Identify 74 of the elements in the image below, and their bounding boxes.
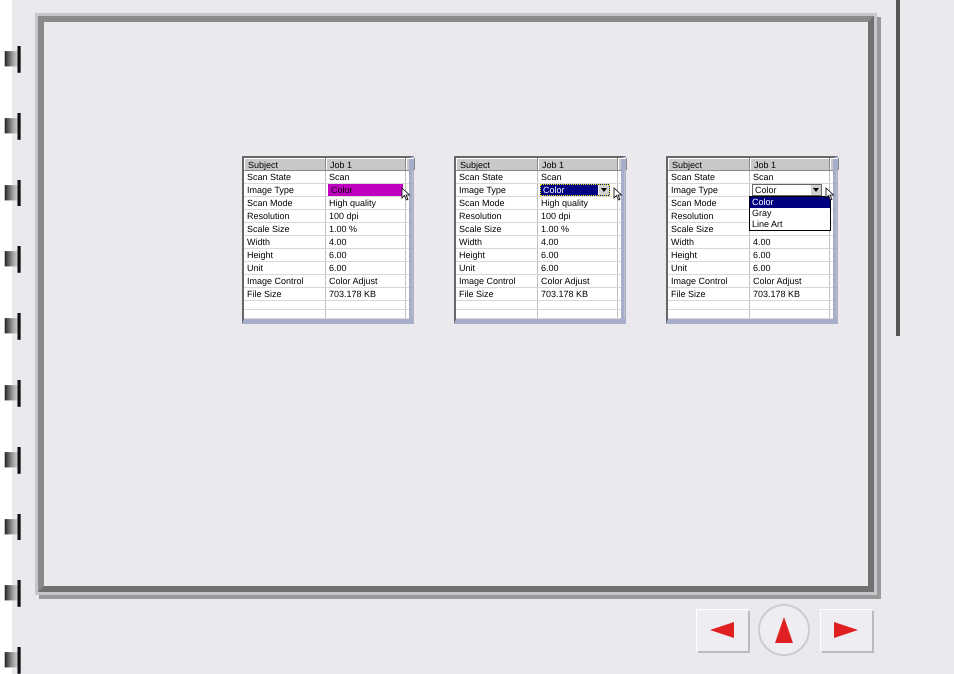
- table-cell: 6.00: [753, 250, 771, 260]
- table-cell: Image Control: [459, 276, 516, 286]
- table-cell: 703.178 KB: [753, 289, 800, 299]
- table-cell: File Size: [671, 289, 706, 299]
- dropdown-arrow-icon[interactable]: [813, 188, 819, 192]
- next-button[interactable]: [820, 609, 872, 651]
- table-cell: Height: [671, 250, 698, 260]
- table-cell: Scale Size: [459, 224, 502, 234]
- previous-button[interactable]: [696, 609, 748, 651]
- table-cell: High quality: [541, 198, 588, 208]
- highlighted-value[interactable]: Color: [328, 184, 403, 196]
- table-cell: High quality: [329, 198, 376, 208]
- table-cell: Unit: [247, 263, 264, 273]
- table-cell: 6.00: [329, 263, 347, 273]
- mouse-pointer-icon: [401, 187, 411, 201]
- left-triangle-icon: [710, 622, 734, 638]
- table-cell: Height: [459, 250, 486, 260]
- column-header: Job 1: [538, 158, 618, 170]
- table-cell: Image Type: [459, 185, 506, 195]
- table-cell: Width: [247, 237, 270, 247]
- table-cell: 100 dpi: [541, 211, 571, 221]
- mouse-pointer-icon: [613, 187, 623, 201]
- table-cell: 4.00: [541, 237, 559, 247]
- table-cell: Scan Mode: [247, 198, 293, 208]
- table-cell: Scan State: [247, 172, 292, 182]
- table-cell: 6.00: [753, 263, 771, 273]
- column-header: Subject: [668, 158, 750, 170]
- table-cell: Color Adjust: [541, 276, 590, 286]
- column-header: Subject: [244, 158, 326, 170]
- table-cell: Scan State: [671, 172, 716, 182]
- table-cell: Width: [671, 237, 694, 247]
- table-cell: Resolution: [247, 211, 290, 221]
- up-button[interactable]: [758, 604, 810, 656]
- table-cell: Image Type: [247, 185, 294, 195]
- table-cell: 6.00: [541, 250, 559, 260]
- table-cell: Color Adjust: [329, 276, 378, 286]
- table-cell: Scan: [753, 172, 774, 182]
- table-cell: 6.00: [329, 250, 347, 260]
- table-cell: Resolution: [459, 211, 502, 221]
- column-header: Job 1: [326, 158, 406, 170]
- table-cell: Scale Size: [247, 224, 290, 234]
- table-cell: Unit: [459, 263, 476, 273]
- table-cell: Color Adjust: [753, 276, 802, 286]
- table-cell: 703.178 KB: [329, 289, 376, 299]
- dropdown-option[interactable]: Color: [750, 197, 830, 208]
- table-cell: Scale Size: [671, 224, 714, 234]
- up-triangle-icon: [775, 617, 793, 643]
- right-triangle-icon: [834, 622, 858, 638]
- table-cell: Resolution: [671, 211, 714, 221]
- table-cell: 703.178 KB: [541, 289, 588, 299]
- table-cell: Unit: [671, 263, 688, 273]
- column-header: Subject: [456, 158, 538, 170]
- table-cell: File Size: [247, 289, 282, 299]
- table-cell: 4.00: [329, 237, 347, 247]
- table-cell: Image Control: [671, 276, 728, 286]
- table-cell: Width: [459, 237, 482, 247]
- table-cell: Scan State: [459, 172, 504, 182]
- table-cell: Height: [247, 250, 274, 260]
- dropdown-field[interactable]: Color: [540, 184, 610, 196]
- table-cell: File Size: [459, 289, 494, 299]
- table-cell: Image Type: [671, 185, 718, 195]
- dropdown-arrow-icon[interactable]: [601, 188, 607, 192]
- table-cell: Image Control: [247, 276, 304, 286]
- table-cell: 6.00: [541, 263, 559, 273]
- table-cell: Scan Mode: [459, 198, 505, 208]
- table-cell: 100 dpi: [329, 211, 359, 221]
- table-cell: Scan: [541, 172, 562, 182]
- column-header: Job 1: [750, 158, 830, 170]
- table-cell: 4.00: [753, 237, 771, 247]
- table-cell: Scan Mode: [671, 198, 717, 208]
- table-cell: 1.00 %: [541, 224, 570, 234]
- table-cell: 1.00 %: [329, 224, 358, 234]
- dropdown-field[interactable]: Color: [752, 184, 822, 196]
- table-cell: Scan: [329, 172, 350, 182]
